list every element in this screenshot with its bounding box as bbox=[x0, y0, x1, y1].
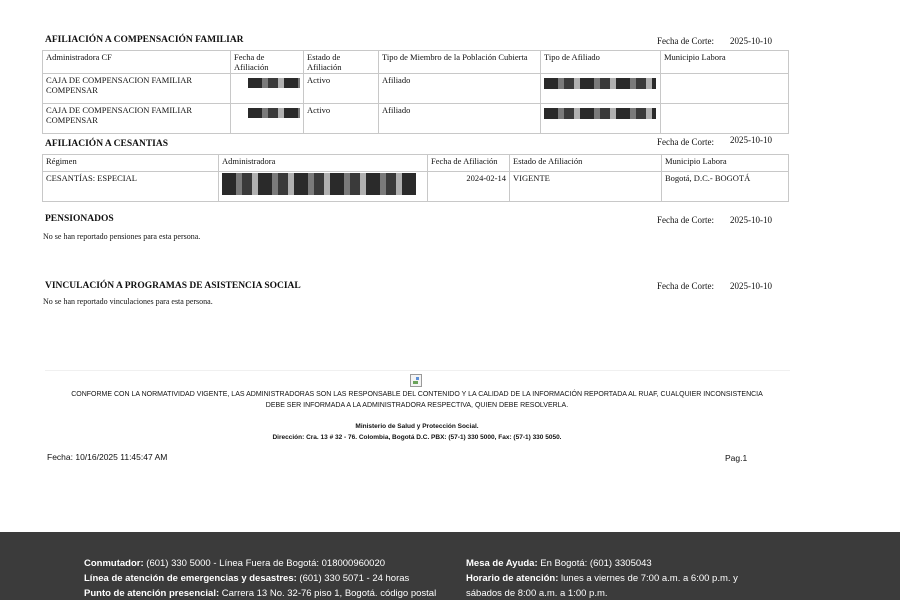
table-header-row: Administradora CF Fecha de Afiliación Es… bbox=[42, 50, 789, 74]
fecha-corte-value: 2025-10-10 bbox=[730, 135, 772, 145]
footer-mesa-ayuda: Mesa de Ayuda: En Bogotá: (601) 3305043 bbox=[466, 558, 652, 569]
compensacion-table: Administradora CF Fecha de Afiliación Es… bbox=[42, 50, 789, 134]
fecha-corte-value: 2025-10-10 bbox=[730, 281, 772, 291]
pensiones-note: No se han reportado pensiones para esta … bbox=[43, 232, 201, 241]
cell-tipo-afiliado-redacted bbox=[540, 103, 661, 134]
cell-tipo-afiliado-redacted bbox=[540, 73, 661, 104]
section-title-compensacion: AFILIACIÓN A COMPENSACIÓN FAMILIAR bbox=[45, 35, 244, 45]
cell-tipo-miembro: Afiliado bbox=[378, 73, 541, 104]
fecha-corte-label: Fecha de Corte: bbox=[657, 215, 714, 225]
footer-text: (601) 330 5071 - 24 horas bbox=[296, 573, 410, 584]
cell-municipio: Bogotá, D.C.- BOGOTÁ bbox=[661, 171, 789, 202]
cell-estado: Activo bbox=[303, 103, 379, 134]
footer-label: Punto de atención presencial: bbox=[84, 588, 220, 599]
divider bbox=[45, 370, 790, 371]
footer-emergencias: Línea de atención de emergencias y desas… bbox=[84, 573, 409, 584]
footer-text: (601) 330 5000 - Línea Fuera de Bogotá: … bbox=[143, 558, 386, 569]
footer-horario-sabados: sábados de 8:00 a.m. a 1:00 p.m. bbox=[466, 588, 608, 599]
footer-label: Línea de atención de emergencias y desas… bbox=[84, 573, 297, 584]
cell-municipio bbox=[660, 73, 789, 104]
table-row: CESANTÍAS: ESPECIAL 2024-02-14 VIGENTE B… bbox=[42, 171, 789, 202]
col-header: Tipo de Miembro de la Población Cubierta bbox=[378, 50, 541, 74]
footer-horario: Horario de atención: lunes a viernes de … bbox=[466, 573, 738, 584]
cell-regimen: CESANTÍAS: ESPECIAL bbox=[42, 171, 219, 202]
table-row: CAJA DE COMPENSACION FAMILIAR COMPENSAR … bbox=[42, 73, 789, 104]
redacted-block bbox=[544, 108, 656, 119]
cell-admin: CAJA DE COMPENSACION FAMILIAR COMPENSAR bbox=[42, 73, 231, 104]
redacted-block bbox=[248, 108, 300, 118]
footer-conmutador: Conmutador: (601) 330 5000 - Línea Fuera… bbox=[84, 558, 385, 569]
col-header: Administradora CF bbox=[42, 50, 231, 74]
section-title-cesantias: AFILIACIÓN A CESANTIAS bbox=[45, 139, 169, 149]
cell-fecha: 2024-02-14 bbox=[427, 171, 510, 202]
col-header: Estado de Afiliación bbox=[303, 50, 379, 74]
footer-text: Carrera 13 No. 32-76 piso 1, Bogotá. cód… bbox=[219, 588, 437, 599]
cell-tipo-miembro: Afiliado bbox=[378, 103, 541, 134]
fecha-corte-label: Fecha de Corte: bbox=[657, 281, 714, 291]
col-header: Estado de Afiliación bbox=[509, 154, 662, 172]
fecha-corte-label: Fecha de Corte: bbox=[657, 137, 714, 147]
ministry-name: Ministerio de Salud y Protección Social. bbox=[355, 423, 479, 430]
cesantias-table: Régimen Administradora Fecha de Afiliaci… bbox=[42, 154, 789, 202]
footer-text: lunes a viernes de 7:00 a.m. a 6:00 p.m.… bbox=[558, 573, 738, 584]
table-header-row: Régimen Administradora Fecha de Afiliaci… bbox=[42, 154, 789, 172]
col-header: Municipio Labora bbox=[661, 154, 789, 172]
col-header: Administradora bbox=[218, 154, 428, 172]
footer-label: Mesa de Ayuda: bbox=[466, 558, 538, 569]
fecha-corte-value: 2025-10-10 bbox=[730, 215, 772, 225]
legal-line-1: CONFORME CON LA NORMATIVIDAD VIGENTE, LA… bbox=[71, 391, 763, 398]
col-header: Fecha de Afiliación bbox=[427, 154, 510, 172]
col-header: Régimen bbox=[42, 154, 219, 172]
redacted-block bbox=[248, 78, 300, 88]
legal-line-2: DEBE SER INFORMADA A LA ADMINISTRADORA R… bbox=[265, 402, 569, 409]
print-date: Fecha: 10/16/2025 11:45:47 AM bbox=[47, 452, 168, 462]
section-title-vinculacion: VINCULACIÓN A PROGRAMAS DE ASISTENCIA SO… bbox=[45, 281, 301, 291]
footer-punto-atencion: Punto de atención presencial: Carrera 13… bbox=[84, 588, 436, 599]
cell-estado: VIGENTE bbox=[509, 171, 662, 202]
cell-fecha-redacted bbox=[230, 73, 304, 104]
site-footer: Conmutador: (601) 330 5000 - Línea Fuera… bbox=[0, 532, 900, 600]
cell-admin: CAJA DE COMPENSACION FAMILIAR COMPENSAR bbox=[42, 103, 231, 134]
section-title-pensionados: PENSIONADOS bbox=[45, 214, 114, 224]
cell-estado: Activo bbox=[303, 73, 379, 104]
cell-fecha-redacted bbox=[230, 103, 304, 134]
col-header: Fecha de Afiliación bbox=[230, 50, 304, 74]
vinculaciones-note: No se han reportado vinculaciones para e… bbox=[43, 297, 213, 306]
table-row: CAJA DE COMPENSACION FAMILIAR COMPENSAR … bbox=[42, 103, 789, 134]
footer-label: Horario de atención: bbox=[466, 573, 559, 584]
broken-image-icon bbox=[410, 374, 422, 387]
fecha-corte-value: 2025-10-10 bbox=[730, 36, 772, 46]
redacted-block bbox=[222, 173, 416, 195]
col-header: Tipo de Afiliado bbox=[540, 50, 661, 74]
cell-administradora-redacted bbox=[218, 171, 428, 202]
page-number: Pag.1 bbox=[725, 453, 748, 463]
footer-label: Conmutador: bbox=[84, 558, 144, 569]
footer-text: En Bogotá: (601) 3305043 bbox=[537, 558, 652, 569]
ministry-address: Dirección: Cra. 13 # 32 - 76. Colombia, … bbox=[272, 434, 562, 441]
redacted-block bbox=[544, 78, 656, 89]
col-header: Municipio Labora bbox=[660, 50, 789, 74]
cell-municipio bbox=[660, 103, 789, 134]
fecha-corte-label: Fecha de Corte: bbox=[657, 36, 714, 46]
